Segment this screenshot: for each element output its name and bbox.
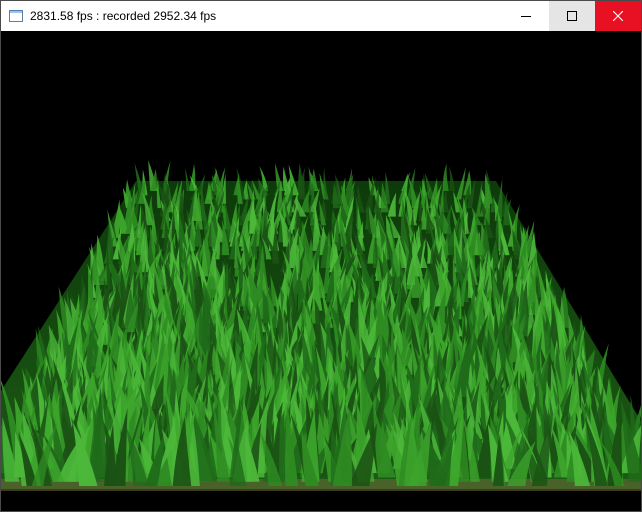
window-controls [503,1,641,31]
maximize-button[interactable] [549,1,595,31]
grass-field-render [1,160,641,491]
render-viewport[interactable] [1,31,641,511]
minimize-button[interactable] [503,1,549,31]
window-icon [9,10,23,22]
app-window: 2831.58 fps : recorded 2952.34 fps [0,0,642,512]
minimize-icon [521,16,531,17]
close-button[interactable] [595,1,641,31]
title-bar[interactable]: 2831.58 fps : recorded 2952.34 fps [1,1,641,31]
grass-blades [1,160,641,486]
window-title: 2831.58 fps : recorded 2952.34 fps [30,9,217,23]
close-icon [613,11,623,21]
maximize-icon [567,11,577,21]
